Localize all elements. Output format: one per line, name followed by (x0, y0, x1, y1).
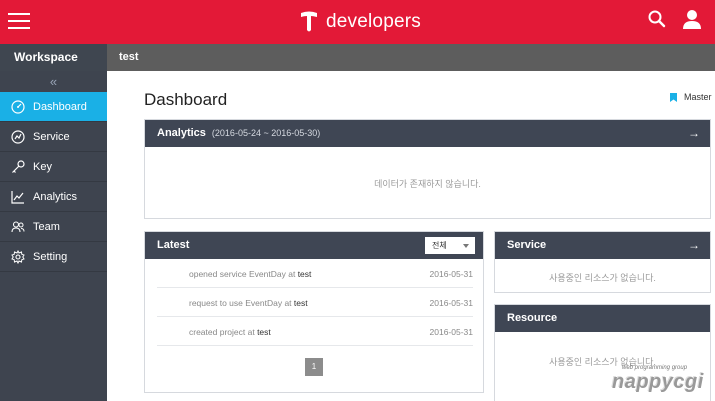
brand-text: developers (326, 11, 421, 32)
latest-panel: Latest 전체 opened service EventDay at tes… (144, 231, 484, 393)
dashboard-icon (11, 100, 25, 114)
search-icon[interactable] (647, 9, 667, 29)
bookmark-icon (670, 92, 677, 102)
resource-title: Resource (507, 312, 558, 324)
sidebar-item-label: Dashboard (33, 101, 87, 113)
list-item[interactable]: created project at test 2016-05-31 (157, 318, 473, 346)
team-icon (11, 221, 25, 233)
latest-filter-select[interactable]: 전체 (425, 237, 475, 254)
latest-header: Latest 전체 (145, 232, 483, 259)
analytics-empty-message: 데이터가 존재하지 않습니다. (374, 179, 481, 189)
menu-icon[interactable] (8, 10, 32, 34)
workspace-label: Workspace (0, 44, 107, 71)
user-icon[interactable] (681, 8, 703, 30)
list-item[interactable]: request to use EventDay at test 2016-05-… (157, 289, 473, 317)
analytics-header: Analytics (2016-05-24 ~ 2016-05-30) → (145, 120, 710, 147)
sidebar-item-setting[interactable]: Setting (0, 242, 107, 272)
sidebar: « Dashboard Service Key Analytics Team S… (0, 71, 107, 401)
sidebar-item-key[interactable]: Key (0, 152, 107, 182)
sidebar-item-team[interactable]: Team (0, 212, 107, 242)
gear-icon (11, 250, 25, 264)
arrow-right-icon[interactable]: → (688, 120, 700, 147)
sidebar-item-label: Setting (33, 251, 68, 263)
top-bar: developers (0, 0, 715, 44)
sidebar-item-label: Team (33, 221, 60, 233)
sidebar-item-label: Service (33, 131, 70, 143)
latest-filter-value: 전체 (432, 241, 447, 250)
service-header: Service → (495, 232, 710, 259)
latest-row-target[interactable]: test (298, 269, 312, 279)
master-label: Master (684, 92, 712, 102)
t-logo-icon (301, 11, 317, 32)
analytics-title: Analytics (157, 127, 206, 139)
watermark-logo: nappycgi (612, 371, 704, 393)
sidebar-item-service[interactable]: Service (0, 122, 107, 152)
service-empty-message: 사용중인 리소스가 없습니다. (549, 273, 656, 283)
resource-header: Resource (495, 305, 710, 332)
master-toggle[interactable]: Master (670, 92, 712, 102)
watermark: web programming group nappycgi (612, 358, 712, 398)
chevron-down-icon (463, 244, 469, 248)
analytics-icon (11, 191, 24, 204)
latest-row-date: 2016-05-31 (429, 269, 473, 279)
latest-row-text: opened service EventDay at (189, 269, 296, 279)
page-title: Dashboard (144, 90, 228, 109)
collapse-sidebar-button[interactable]: « (0, 71, 107, 92)
latest-row-text: created project at (189, 327, 255, 337)
arrow-right-icon[interactable]: → (688, 232, 700, 259)
analytics-date-range: (2016-05-24 ~ 2016-05-30) (211, 128, 321, 138)
analytics-panel: Analytics (2016-05-24 ~ 2016-05-30) → 데이터… (144, 119, 711, 219)
sidebar-item-label: Key (33, 161, 52, 173)
main-content: Dashboard Master Analytics (2016-05-24 ~ … (107, 71, 715, 401)
latest-row-target[interactable]: test (294, 298, 308, 308)
latest-row-date: 2016-05-31 (429, 298, 473, 308)
list-item[interactable]: opened service EventDay at test 2016-05-… (157, 260, 473, 288)
pagination-page-button[interactable]: 1 (305, 358, 323, 376)
project-name[interactable]: test (119, 44, 139, 71)
latest-row-target[interactable]: test (257, 327, 271, 337)
sub-bar: Workspace test (0, 44, 715, 71)
sidebar-item-analytics[interactable]: Analytics (0, 182, 107, 212)
service-panel: Service → 사용중인 리소스가 없습니다. (494, 231, 711, 293)
latest-title: Latest (157, 239, 190, 251)
service-title: Service (507, 239, 547, 251)
service-icon (11, 130, 25, 144)
latest-row-date: 2016-05-31 (429, 327, 473, 337)
latest-row-text: request to use EventDay at (189, 298, 292, 308)
key-icon (12, 160, 25, 173)
sidebar-item-dashboard[interactable]: Dashboard (0, 92, 107, 122)
brand-logo[interactable]: developers (298, 7, 421, 37)
sidebar-item-label: Analytics (33, 191, 78, 203)
